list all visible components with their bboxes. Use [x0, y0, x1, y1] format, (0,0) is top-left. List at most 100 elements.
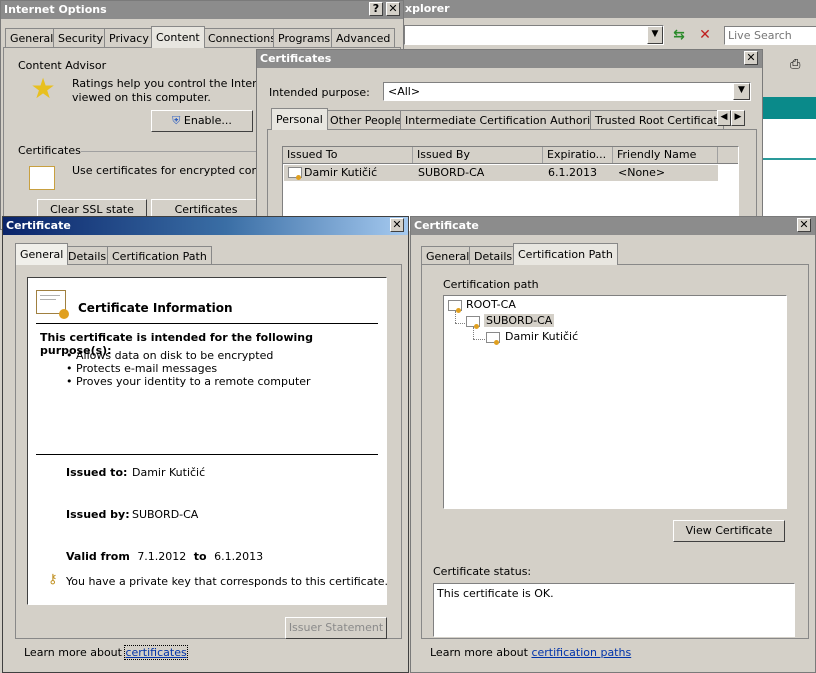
certificate-icon: [29, 166, 55, 190]
print-icon[interactable]: ⎙: [790, 58, 806, 72]
learn-more: Learn more about certificates: [24, 645, 188, 660]
issued-by-label: Issued by:: [66, 508, 130, 521]
certificates-dialog-title: Certificates: [260, 52, 332, 65]
details-divider: [36, 454, 378, 455]
enable-button-label: Enable...: [183, 114, 232, 127]
certificate-path-dialog: Certificate ✕ General Details Certificat…: [410, 216, 816, 673]
tab-connections[interactable]: Connections: [203, 28, 281, 47]
certificate-path-title: Certificate: [414, 219, 479, 232]
cell-friendly-name: <None>: [618, 166, 666, 179]
certificate-general-title-bar: Certificate: [3, 217, 408, 235]
tab-scroll-left-button[interactable]: ◀: [717, 110, 731, 126]
certificate-path-title-bar: Certificate: [411, 217, 815, 235]
certificates-group-label: Certificates: [18, 144, 81, 157]
help-button[interactable]: ?: [369, 2, 383, 16]
certificate-info-title: Certificate Information: [78, 301, 233, 315]
tab-security[interactable]: Security: [53, 28, 109, 47]
learn-more: Learn more about certification paths: [430, 646, 631, 659]
intended-purpose-select[interactable]: <All>: [383, 82, 751, 101]
tree-connector: [455, 311, 456, 323]
tree-node-subord-ca[interactable]: SUBORD-CA: [484, 314, 555, 327]
certification-paths-link[interactable]: certification paths: [531, 646, 631, 659]
certificate-general-title: Certificate: [6, 219, 71, 232]
certificates-close-button[interactable]: ✕: [744, 51, 758, 65]
learn-more-text: Learn more about: [430, 646, 528, 659]
content-advisor-text-line1: Ratings help you control the Internet c: [72, 77, 285, 90]
certificates-link[interactable]: certificates: [124, 645, 188, 660]
certificate-path-close-button[interactable]: ✕: [797, 218, 811, 232]
shield-icon: ⛨: [172, 114, 181, 127]
valid-dates: Valid from 7.1.2012 to 6.1.2013: [66, 550, 263, 563]
list-item: • Proves your identity to a remote compu…: [66, 375, 311, 388]
tab-details[interactable]: Details: [63, 246, 112, 265]
valid-to-label: to: [193, 550, 207, 563]
table-row[interactable]: Damir Kutičić SUBORD-CA 6.1.2013 <None>: [284, 165, 718, 181]
enable-button[interactable]: ⛨ Enable...: [151, 110, 253, 132]
tab-scroll-right-button[interactable]: ▶: [731, 110, 745, 126]
valid-to-value: 6.1.2013: [214, 550, 264, 563]
column-expiration[interactable]: Expiratio...: [543, 147, 613, 163]
stop-icon[interactable]: ✕: [696, 26, 714, 44]
tab-personal[interactable]: Personal: [271, 108, 328, 130]
ie-tab-strip-teal: [762, 97, 816, 119]
tree-connector: [473, 339, 485, 340]
private-key-text: You have a private key that corresponds …: [66, 575, 389, 588]
certificates-group-line: [81, 151, 261, 152]
certificate-icon: [466, 316, 480, 329]
tree-node-damir[interactable]: Damir Kutičić: [505, 330, 578, 343]
tab-general[interactable]: General: [5, 28, 59, 47]
certificates-dialog: Certificates ✕ Intended purpose: <All> ▼…: [256, 49, 763, 231]
ie-page-area: [762, 119, 816, 230]
info-divider: [36, 323, 378, 324]
address-bar[interactable]: [404, 25, 664, 45]
refresh-icon[interactable]: ⇆: [670, 26, 688, 44]
issued-to-label: Issued to:: [66, 466, 128, 479]
issued-by-value: SUBORD-CA: [132, 508, 199, 521]
certificate-status-label: Certificate status:: [433, 565, 532, 578]
learn-more-text: Learn more about: [24, 646, 122, 659]
tab-details[interactable]: Details: [469, 246, 518, 265]
list-item: • Protects e-mail messages: [66, 362, 218, 375]
column-friendly-name[interactable]: Friendly Name: [613, 147, 718, 163]
tab-advanced[interactable]: Advanced: [331, 28, 396, 47]
list-header: Issued To Issued By Expiratio... Friendl…: [283, 147, 738, 164]
certificate-general-dialog: Certificate ✕ General Details Certificat…: [2, 216, 409, 673]
valid-from-value: 7.1.2012: [137, 550, 187, 563]
certificate-general-close-button[interactable]: ✕: [390, 218, 404, 232]
view-certificate-button[interactable]: View Certificate: [673, 520, 785, 542]
intended-purpose-dropdown-button[interactable]: ▼: [733, 83, 750, 100]
content-advisor-text-line2: viewed on this computer.: [72, 91, 211, 104]
tab-programs[interactable]: Programs: [273, 28, 336, 47]
tab-certification-path[interactable]: Certification Path: [107, 246, 212, 265]
tab-certification-path[interactable]: Certification Path: [513, 243, 618, 265]
live-search-input[interactable]: [724, 26, 816, 45]
tree-connector: [473, 327, 474, 339]
certificates-dialog-title-bar: Certificates: [257, 50, 762, 68]
column-issued-to[interactable]: Issued To: [283, 147, 413, 163]
intended-purpose-value: <All>: [388, 85, 421, 98]
content-advisor-star-icon: ★: [30, 72, 56, 105]
certification-path-tree[interactable]: ROOT-CA SUBORD-CA Damir Kutičić: [443, 295, 787, 509]
close-button[interactable]: ✕: [386, 2, 400, 16]
internet-options-title-bar: Internet Options: [1, 1, 403, 19]
tab-general[interactable]: General: [15, 243, 69, 265]
certificate-large-icon: [36, 290, 69, 319]
purpose-list: • Allows data on disk to be encrypted • …: [66, 349, 311, 388]
column-issued-by[interactable]: Issued By: [413, 147, 543, 163]
tab-content[interactable]: Content: [151, 26, 205, 48]
intended-purpose-label: Intended purpose:: [269, 86, 370, 99]
tab-other-people[interactable]: Other People: [325, 110, 407, 129]
tree-node-root-ca[interactable]: ROOT-CA: [466, 298, 516, 311]
tab-general[interactable]: General: [421, 246, 475, 265]
internet-options-title: Internet Options: [4, 3, 107, 16]
certificate-icon: [486, 332, 500, 345]
tab-intermediate-ca[interactable]: Intermediate Certification Authorities: [400, 110, 616, 129]
key-icon: ⚷: [48, 572, 58, 587]
issuer-statement-button[interactable]: Issuer Statement: [285, 617, 387, 639]
content-advisor-label: Content Advisor: [18, 59, 107, 72]
tab-privacy[interactable]: Privacy: [104, 28, 154, 47]
tab-trusted-root[interactable]: Trusted Root Certification: [590, 110, 724, 129]
cell-expiration: 6.1.2013: [548, 166, 597, 179]
address-dropdown-button[interactable]: ▼: [647, 26, 663, 44]
ie-title-bar: xplorer: [402, 0, 816, 18]
